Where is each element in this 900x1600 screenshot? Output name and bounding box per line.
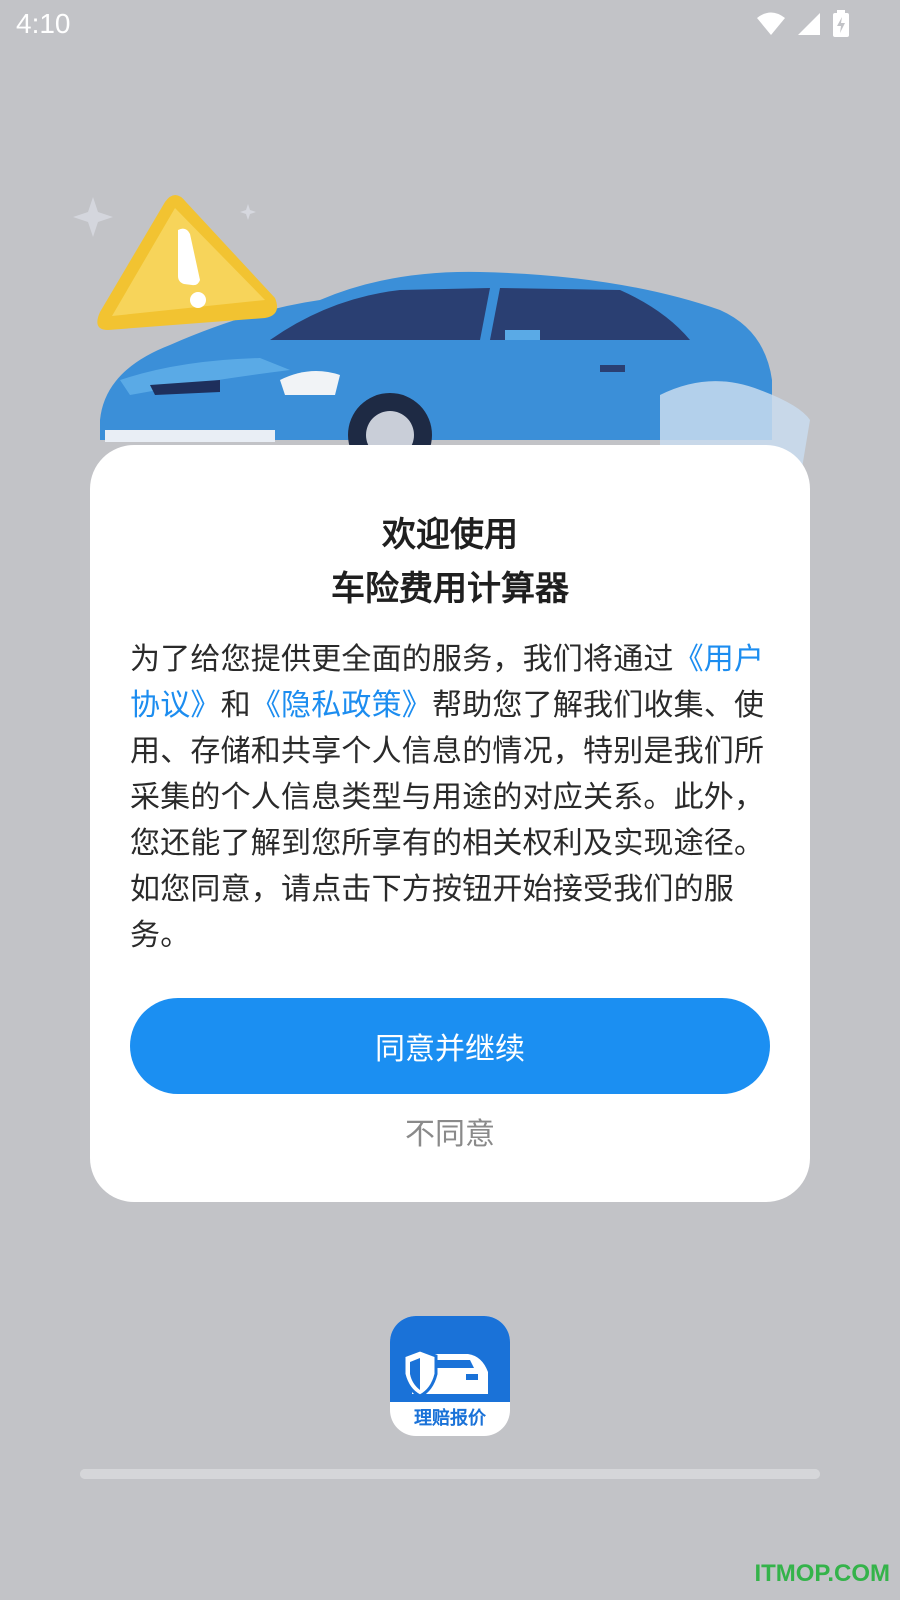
app-icon: 理赔报价 [390,1316,510,1436]
status-bar: 4:10 [0,0,900,50]
status-time: 4:10 [16,8,71,39]
body-text-part3: 帮助您了解我们收集、使用、存储和共享个人信息的情况，特别是我们所采集的个人信息类… [130,688,765,953]
loading-progress-bar [80,1469,820,1479]
app-icon-caption: 理赔报价 [414,1408,486,1429]
agree-continue-button[interactable]: 同意并继续 [130,998,770,1094]
body-text-part2: 和 [220,688,251,723]
signal-icon [798,13,820,35]
battery-charging-icon [833,10,849,37]
body-text-part1: 为了给您提供更全面的服务，我们将通过 [130,642,674,677]
status-icons [756,10,850,38]
loading-progress-fill [80,1469,820,1479]
privacy-dialog: 欢迎使用 车险费用计算器 为了给您提供更全面的服务，我们将通过《用户协议》和《隐… [90,445,810,1202]
privacy-policy-link[interactable]: 《隐私政策》 [251,688,432,723]
disagree-button[interactable]: 不同意 [90,1110,810,1160]
car-warning-illustration [73,195,810,480]
dialog-body-text: 为了给您提供更全面的服务，我们将通过《用户协议》和《隐私政策》帮助您了解我们收集… [130,637,770,959]
dialog-title-line1: 欢迎使用 [382,515,518,555]
watermark: ITMOP.COM [754,1560,890,1587]
dialog-title-line2: 车险费用计算器 [331,569,569,609]
wifi-icon [757,12,785,35]
